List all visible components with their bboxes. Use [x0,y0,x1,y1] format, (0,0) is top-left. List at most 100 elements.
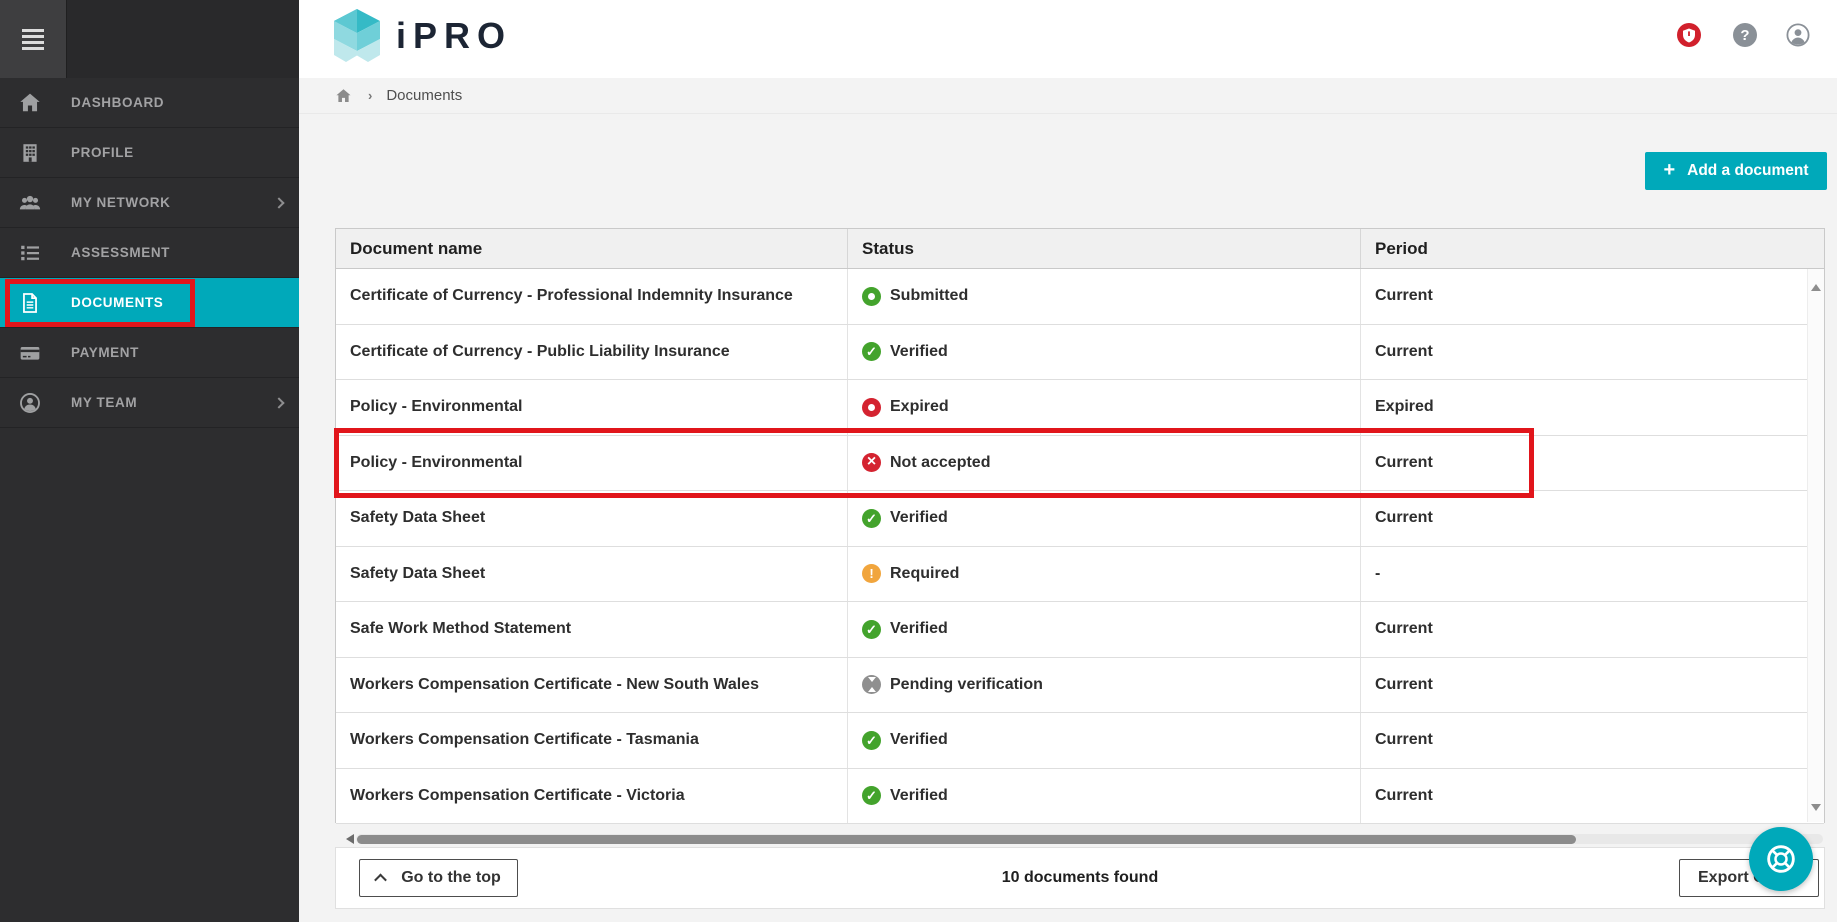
period-cell: Current [1375,620,1433,638]
column-header-period: Period [1375,238,1428,258]
document-name-cell: Certificate of Currency - Public Liabili… [336,324,848,379]
period-cell: Current [1375,509,1433,527]
chevron-right-icon [273,196,285,209]
status-verified-icon [862,730,881,750]
document-name-cell: Workers Compensation Certificate - Victo… [336,768,848,823]
plus-icon: + [1663,158,1676,181]
scroll-left-icon[interactable] [341,834,354,844]
breadcrumb-separator: › [368,88,373,103]
document-name-cell: Safe Work Method Statement [336,602,848,657]
table-row[interactable]: Workers Compensation Certificate - New S… [336,657,1824,713]
status-pending-icon [862,675,881,695]
status-cell: Submitted [848,269,1361,324]
period-cell: Current [1375,786,1433,804]
sidebar-item-label: MY TEAM [71,395,138,410]
sidebar-header [0,0,299,78]
table-row[interactable]: Safety Data Sheet Verified Current [336,491,1824,547]
table-row[interactable]: Workers Compensation Certificate - Tasma… [336,713,1824,769]
status-submitted-icon [862,286,881,306]
documents-table: Document name Status Period Certificate … [335,228,1825,824]
status-cell: Expired [848,380,1361,435]
sidebar-item-label: DOCUMENTS [71,295,164,310]
sidebar-item-my-network[interactable]: MY NETWORK [0,178,299,228]
document-name-cell: Safety Data Sheet [336,491,848,546]
credit-card-icon [20,346,40,360]
status-label: Verified [890,342,948,360]
go-to-top-button[interactable]: Go to the top [359,859,518,897]
status-cell: Required [848,546,1361,601]
status-not-accepted-icon [862,453,881,473]
go-to-top-label: Go to the top [401,869,501,886]
period-cell: Current [1375,731,1433,749]
status-label: Verified [890,620,948,638]
table-row[interactable]: Safe Work Method Statement Verified Curr… [336,602,1824,658]
period-cell: Current [1375,453,1433,471]
status-label: Verified [890,509,948,527]
account-button[interactable] [1786,23,1810,47]
column-header-status: Status [848,229,1361,268]
app-logo[interactable]: iPRO [334,9,512,63]
table-row[interactable]: Policy - Environmental Expired Expired [336,380,1824,436]
building-icon [23,143,37,162]
chevron-right-icon [273,396,285,409]
status-expired-icon [862,397,881,417]
table-footer: 10 documents found Go to the top Export … [335,847,1825,909]
sidebar-item-my-team[interactable]: MY TEAM [0,378,299,428]
sidebar-item-documents[interactable]: DOCUMENTS [0,278,299,328]
sidebar-item-assessment[interactable]: ASSESSMENT [0,228,299,278]
sidebar-item-label: ASSESSMENT [71,245,171,260]
column-header-document-name: Document name [336,229,848,268]
person-circle-icon [20,392,40,413]
chevron-up-icon [374,873,388,886]
status-cell: Verified [848,768,1361,823]
lifebuoy-icon [1767,845,1795,873]
status-cell: Verified [848,324,1361,379]
status-label: Expired [890,398,949,416]
ipro-logo-icon [334,9,380,62]
table-row-highlighted[interactable]: Policy - Environmental Not accepted Curr… [336,435,1824,491]
table-header-row: Document name Status Period [336,229,1824,269]
hamburger-menu-button[interactable] [0,0,67,78]
home-icon [20,93,40,111]
document-name-cell: Policy - Environmental [336,435,848,490]
horizontal-scrollbar-thumb[interactable] [357,834,1576,844]
scroll-up-icon[interactable] [1811,279,1821,291]
vertical-scrollbar[interactable] [1807,269,1824,822]
add-document-label: Add a document [1687,162,1809,179]
table-row[interactable]: Workers Compensation Certificate - Victo… [336,768,1824,824]
document-name-cell: Safety Data Sheet [336,546,848,601]
status-label: Not accepted [890,453,991,471]
status-verified-icon [862,619,881,639]
support-floating-button[interactable] [1749,827,1813,891]
sidebar-item-profile[interactable]: PROFILE [0,128,299,178]
period-cell: - [1375,564,1381,582]
alerts-button[interactable] [1677,23,1701,47]
status-cell: Verified [848,713,1361,768]
add-document-button[interactable]: + Add a document [1645,152,1827,190]
table-row[interactable]: Certificate of Currency - Professional I… [336,269,1824,325]
home-icon[interactable] [335,88,352,104]
period-cell: Expired [1375,398,1434,416]
logo-text: iPRO [396,15,513,56]
status-label: Pending verification [890,675,1043,693]
status-cell: Verified [848,491,1361,546]
breadcrumb-current[interactable]: Documents [386,87,462,104]
table-row[interactable]: Certificate of Currency - Public Liabili… [336,324,1824,380]
table-row[interactable]: Safety Data Sheet Required - [336,546,1824,602]
status-cell: Not accepted [848,435,1361,490]
breadcrumb: › Documents [299,78,1837,114]
help-button[interactable] [1733,23,1757,47]
scroll-down-icon[interactable] [1811,804,1821,816]
sidebar-item-label: MY NETWORK [71,195,171,210]
document-name-cell: Policy - Environmental [336,380,848,435]
sidebar-item-dashboard[interactable]: DASHBOARD [0,78,299,128]
shield-icon [1683,28,1695,42]
status-required-icon [862,564,881,584]
documents-count: 10 documents found [1001,869,1159,886]
sidebar: DASHBOARD PROFILE MY NETWORK ASSESSMENT … [0,0,299,922]
status-cell: Verified [848,602,1361,657]
horizontal-scrollbar-track[interactable] [356,834,1823,844]
sidebar-item-label: PAYMENT [71,345,139,360]
sidebar-item-payment[interactable]: PAYMENT [0,328,299,378]
numbered-list-icon [21,245,40,260]
